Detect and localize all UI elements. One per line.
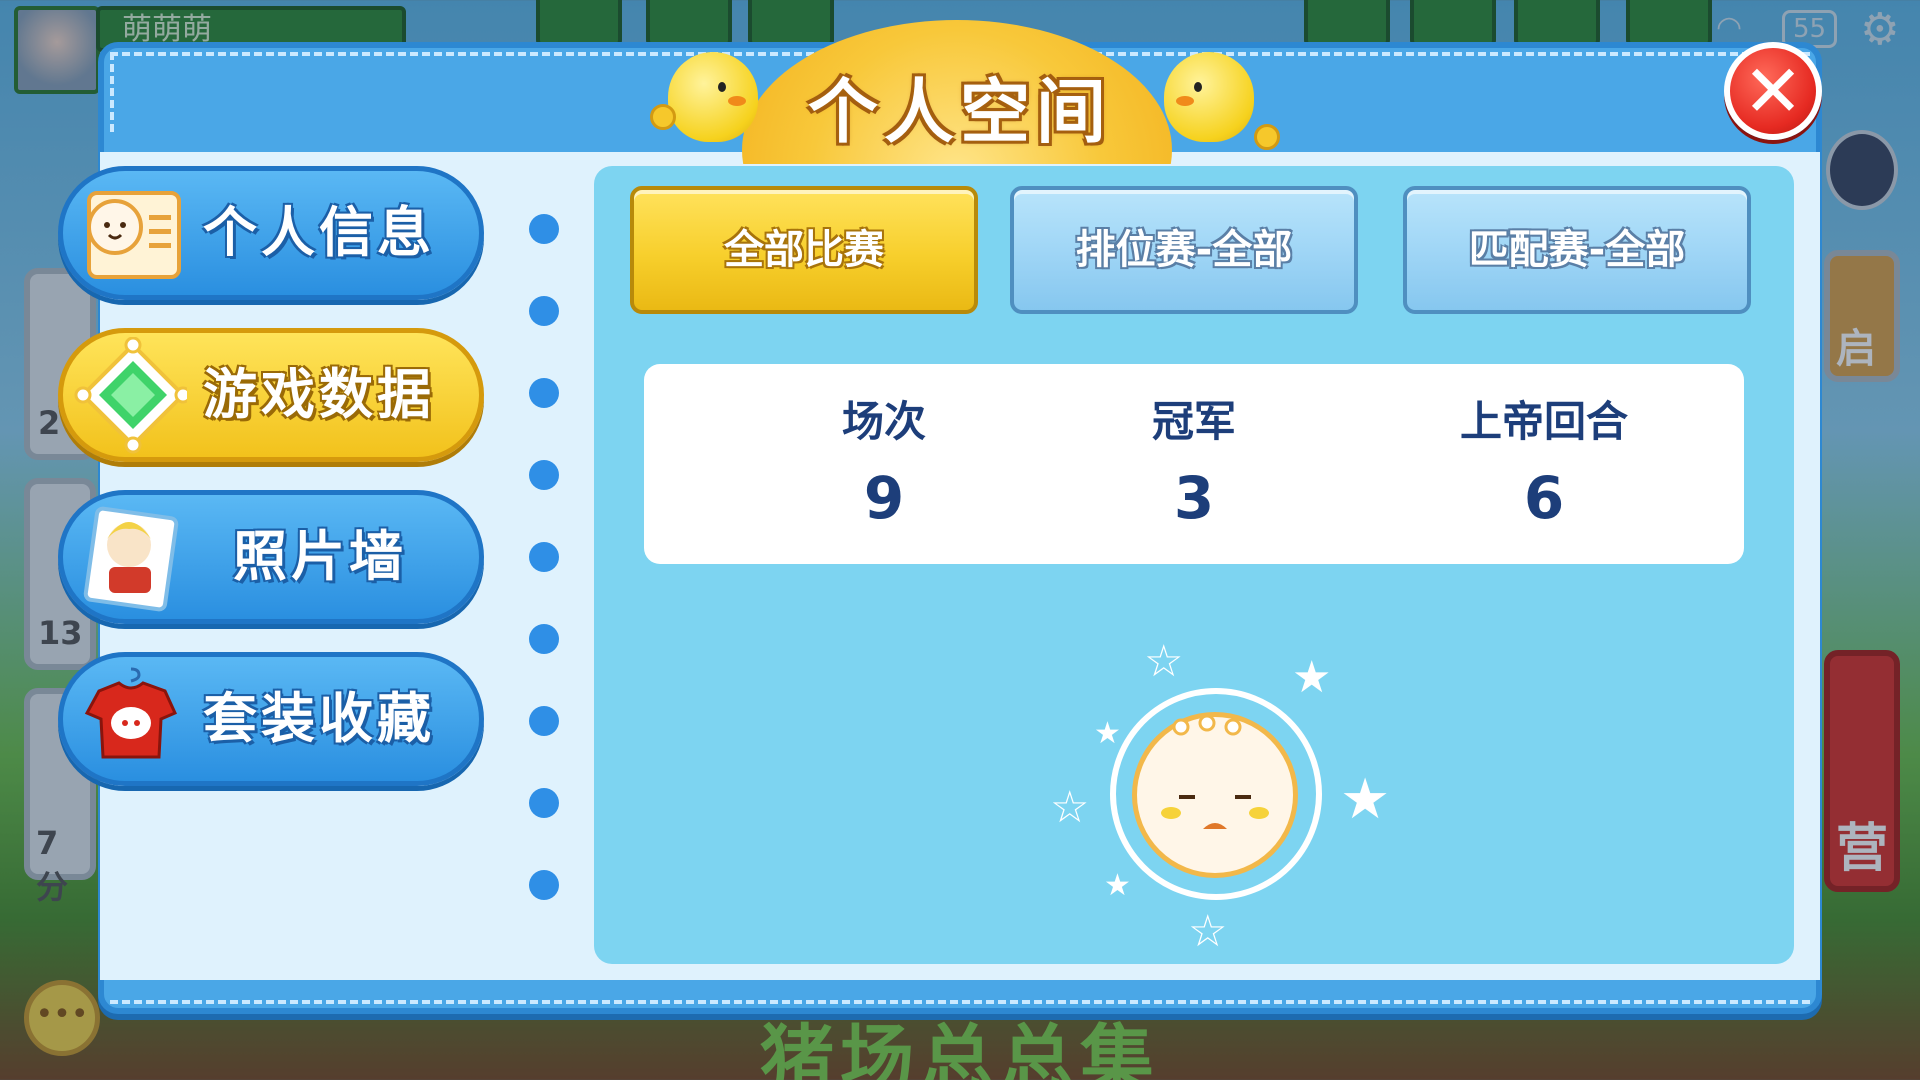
menu-item-label: 个人信息 [203,201,435,264]
close-button[interactable]: ✕ [1724,42,1822,140]
binder-dot [529,706,559,736]
menu-item-personal-info[interactable]: 个人信息 [58,166,484,300]
binder-dot [529,460,559,490]
stat-god-rounds: 上帝回合 6 [1394,394,1694,532]
stat-label: 上帝回合 [1459,397,1628,446]
binder-dot [529,870,559,900]
coin-icon [1254,124,1280,150]
panel-title: 个人空间 [808,71,1112,153]
binder-dot [529,214,559,244]
binder-dot [529,624,559,654]
chick-left-icon [668,52,758,142]
stat-value: 3 [1173,464,1215,532]
tab-label: 匹配赛-全部 [1468,227,1686,273]
star-icon: ★ [1104,868,1131,903]
star-icon: ★ [1340,767,1391,832]
star-icon: ★ [1094,716,1121,751]
menu-item-game-data[interactable]: 游戏数据 [58,328,484,462]
tab-all-matches[interactable]: 全部比赛 [630,186,978,314]
menu-item-label: 照片墙 [233,525,407,588]
stat-value: 6 [1523,464,1565,532]
diamond-icon [69,336,192,455]
chick-right-icon [1164,52,1254,142]
star-icon: ★ [1292,652,1332,703]
stat-label: 冠军 [1151,397,1236,446]
binder-dot [529,296,559,326]
tab-ranked-all[interactable]: 排位赛-全部 [1010,186,1358,314]
profile-card-icon [69,175,187,293]
stat-matches: 场次 9 [734,394,1034,532]
star-icon: ☆ [1144,636,1184,687]
star-icon: ☆ [1050,782,1090,833]
sleepy-mascot-icon [1132,712,1298,878]
star-icon: ☆ [1188,906,1228,957]
stat-value: 9 [863,464,905,532]
tab-casual-all[interactable]: 匹配赛-全部 [1403,186,1751,314]
menu-item-outfit-collection[interactable]: 套装收藏 [58,652,484,786]
coin-icon [650,104,676,130]
binder-dot [529,378,559,408]
binder-dot [529,788,559,818]
menu-item-label: 套装收藏 [203,687,435,750]
stat-label: 场次 [841,397,926,446]
tab-label: 全部比赛 [724,227,884,273]
panel-dashed-border-bottom [110,1000,1810,1004]
outfit-icon [69,661,187,779]
panel-dashed-border-left [110,52,114,132]
close-icon: ✕ [1742,49,1804,133]
menu-item-label: 游戏数据 [203,363,435,426]
binder-dot [529,542,559,572]
tab-label: 排位赛-全部 [1075,227,1293,273]
stats-card: 场次 9 冠军 3 上帝回合 6 [644,364,1744,564]
photo-icon [69,499,187,617]
menu-item-photo-wall[interactable]: 照片墙 [58,490,484,624]
stat-champions: 冠军 3 [1044,394,1344,532]
